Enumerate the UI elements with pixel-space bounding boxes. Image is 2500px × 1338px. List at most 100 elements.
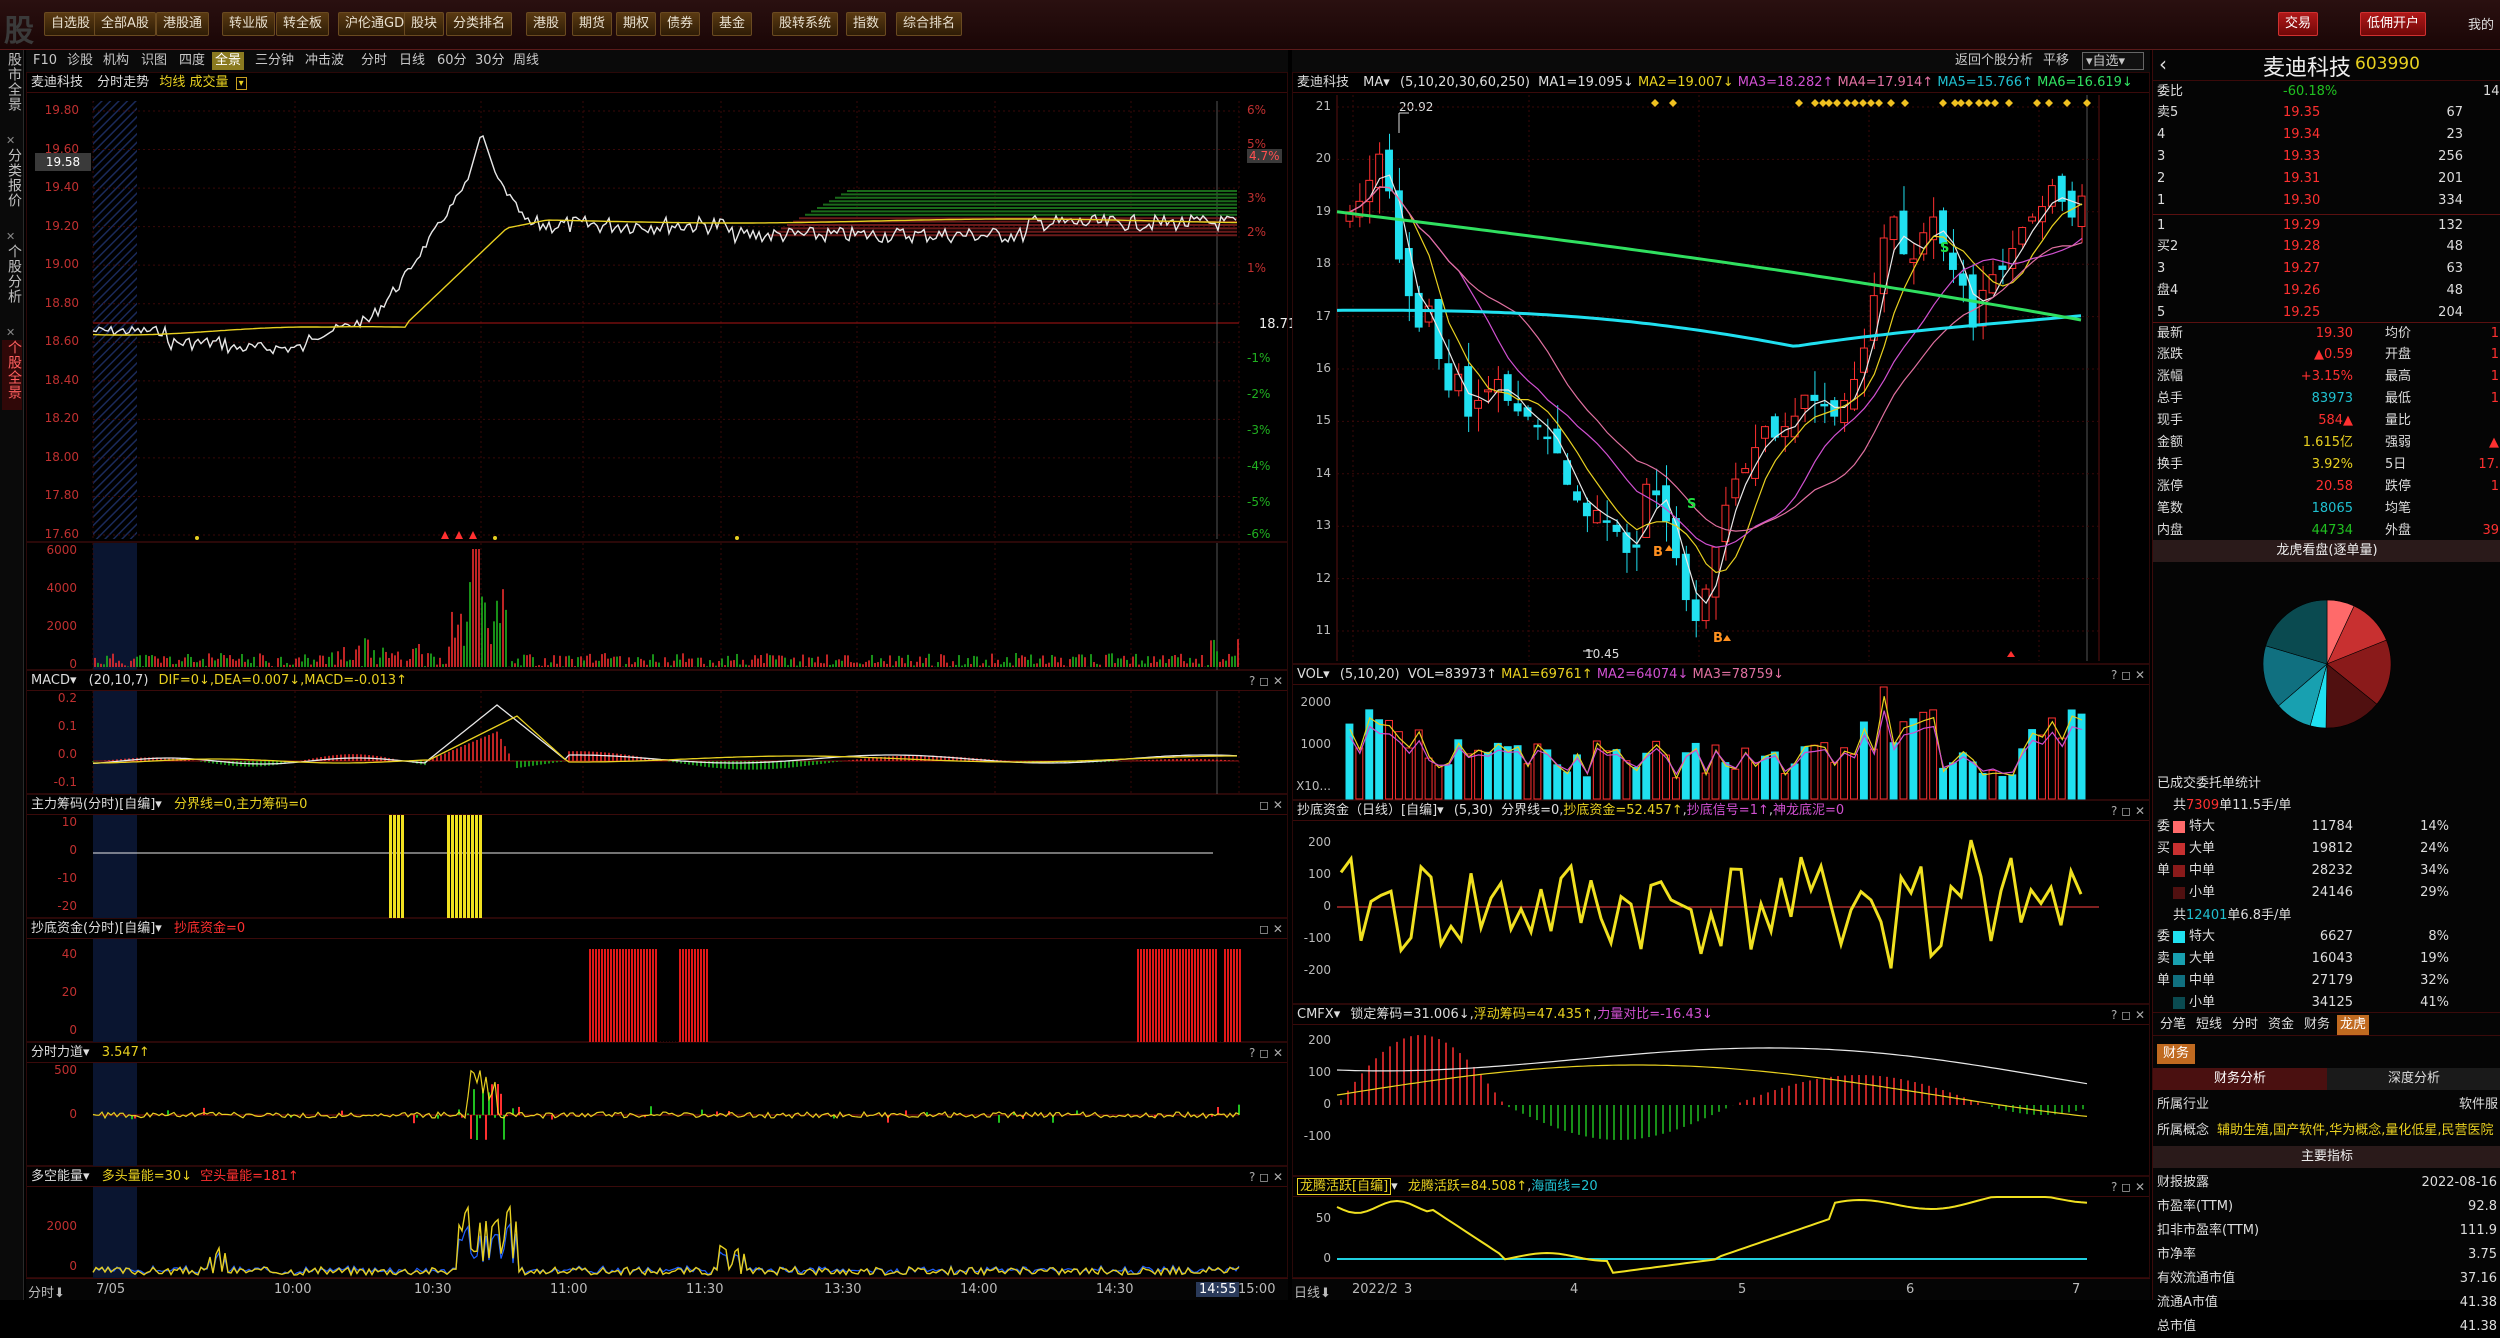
chart-tab[interactable]: 诊股 bbox=[64, 52, 96, 70]
chart-tab[interactable]: 60分 bbox=[434, 52, 470, 70]
stat-value: 1 bbox=[2490, 369, 2499, 384]
chart-tab[interactable]: 识图 bbox=[138, 52, 170, 70]
top-nav-button[interactable]: 期权 bbox=[616, 12, 657, 36]
color-swatch bbox=[2173, 865, 2185, 877]
bottom-fund-daily-chart[interactable] bbox=[1293, 801, 2151, 1005]
side-label: 单 bbox=[2157, 863, 2171, 878]
cmfx-chart[interactable] bbox=[1293, 1005, 2151, 1177]
stat-value: 83973 bbox=[2311, 391, 2353, 406]
intraday-force-pane: 分时力道▾ 3.547↑ ? ◻ ✕ 500 0 bbox=[26, 1042, 1289, 1167]
ask-row[interactable]: 1 19.30 334 bbox=[2153, 190, 2500, 212]
sidebar-item-market-overview[interactable]: 股市全景 bbox=[2, 52, 22, 122]
top-nav-button[interactable]: 自选股 bbox=[44, 12, 98, 36]
daily-volume-pane: VOL▾ (5,10,20) VOL=83973↑ MA1=69761↑ MA2… bbox=[1292, 664, 2150, 800]
top-nav-button[interactable]: 港股通 bbox=[156, 12, 210, 36]
stat-value: 18065 bbox=[2311, 501, 2353, 516]
finance-label: 市盈率(TTM) bbox=[2157, 1199, 2234, 1214]
chart-tab[interactable]: 冲击波 bbox=[302, 52, 347, 70]
close-icon[interactable]: ✕ bbox=[6, 230, 15, 243]
top-nav-button[interactable]: 港股 bbox=[526, 12, 567, 36]
time-tick: 11:00 bbox=[550, 1282, 588, 1297]
date-axis-label[interactable]: 日线⬇ bbox=[1294, 1282, 1331, 1301]
ask-row[interactable]: 3 19.33 256 bbox=[2153, 146, 2500, 168]
open-account-button[interactable]: 低佣开户 bbox=[2360, 12, 2427, 36]
top-nav-button[interactable]: 综合排名 bbox=[896, 12, 963, 36]
top-nav-button[interactable]: 股块 bbox=[404, 12, 445, 36]
bid-row[interactable]: 盘4 19.26 48 bbox=[2153, 280, 2500, 302]
deal-row: 小单 24146 29% bbox=[2153, 882, 2500, 904]
bid-row[interactable]: 5 19.25 204 bbox=[2153, 302, 2500, 324]
close-icon[interactable]: ✕ bbox=[6, 326, 15, 339]
stat-value: 1 bbox=[2490, 391, 2499, 406]
deal-percent: 29% bbox=[2420, 885, 2449, 900]
intraday-volume-chart[interactable] bbox=[27, 543, 1289, 671]
top-nav-button[interactable]: 指数 bbox=[846, 12, 887, 36]
top-nav-button[interactable]: 分类排名 bbox=[446, 12, 513, 36]
stat-label: 均价 bbox=[2385, 326, 2412, 341]
stat-row: 涨跌 ▲0.59 开盘 1 bbox=[2153, 344, 2500, 366]
daily-volume-chart[interactable] bbox=[1293, 665, 2151, 801]
top-nav-button[interactable]: 转业版 bbox=[222, 12, 276, 36]
ask-volume: 67 bbox=[2446, 105, 2463, 120]
chart-tab[interactable]: 日线 bbox=[396, 52, 428, 70]
bottom-fund-chart[interactable] bbox=[27, 919, 1289, 1043]
intraday-price-chart[interactable] bbox=[27, 73, 1289, 543]
bid-row[interactable]: 买2 19.28 48 bbox=[2153, 236, 2500, 258]
intraday-price-pane: 麦迪科技 分时走势 均线 成交量 ▾ 19.80 19.60 19.40 19.20 1… bbox=[26, 72, 1296, 543]
dragon-chart[interactable] bbox=[1293, 1177, 2151, 1279]
bid-price: 19.28 bbox=[2283, 239, 2321, 254]
quote-tab[interactable]: 分笔 bbox=[2157, 1015, 2189, 1035]
watchlist-dropdown[interactable]: ▾自选▾ bbox=[2082, 52, 2144, 70]
force-chart[interactable] bbox=[27, 1043, 1289, 1167]
chart-tab[interactable]: F10 bbox=[30, 52, 60, 70]
ask-row[interactable]: 卖5 19.35 67 bbox=[2153, 102, 2500, 124]
close-icon[interactable]: ✕ bbox=[6, 134, 15, 147]
top-nav-button[interactable]: 转全板 bbox=[276, 12, 330, 36]
chart-tab[interactable]: 周线 bbox=[510, 52, 542, 70]
ask-row[interactable]: 4 19.34 23 bbox=[2153, 124, 2500, 146]
top-nav-button[interactable]: 全部A股 bbox=[94, 12, 156, 36]
pan-tab[interactable]: 平移 bbox=[2040, 52, 2072, 70]
chart-tab[interactable]: 30分 bbox=[472, 52, 508, 70]
quote-tab[interactable]: 短线 bbox=[2193, 1015, 2225, 1035]
color-swatch bbox=[2173, 887, 2185, 899]
back-to-analysis-tab[interactable]: 返回个股分析 bbox=[1952, 52, 2036, 70]
top-nav-button[interactable]: 股转系统 bbox=[772, 12, 839, 36]
back-icon[interactable]: ‹ bbox=[2159, 52, 2167, 76]
ask-row[interactable]: 2 19.31 201 bbox=[2153, 168, 2500, 190]
time-axis-label[interactable]: 分时⬇ bbox=[28, 1282, 65, 1301]
deal-percent: 19% bbox=[2420, 951, 2449, 966]
energy-chart[interactable] bbox=[27, 1167, 1289, 1279]
deal-row: 委 特大 6627 8% bbox=[2153, 926, 2500, 948]
chart-tab[interactable]: 分时 bbox=[358, 52, 390, 70]
sidebar-item-stock-panorama[interactable]: 个股全景 bbox=[2, 340, 22, 410]
bid-row[interactable]: 1 19.29 132 bbox=[2153, 214, 2500, 236]
dragon-active-pane: 龙腾活跃[自编] ▾ 龙腾活跃=84.508↑,海面线=20 ? ◻ ✕ 50 0 bbox=[1292, 1176, 2150, 1278]
main-chips-chart[interactable] bbox=[27, 795, 1289, 919]
bid-row[interactable]: 3 19.27 63 bbox=[2153, 258, 2500, 280]
deep-analysis-tab[interactable]: 深度分析 bbox=[2327, 1068, 2500, 1090]
chart-tab[interactable]: 全景 bbox=[212, 52, 245, 70]
my-label[interactable]: 我的 bbox=[2468, 14, 2494, 33]
deal-volume: 34125 bbox=[2311, 995, 2353, 1010]
sidebar-item-stock-analysis[interactable]: 个股分析 bbox=[2, 244, 22, 314]
top-nav-button[interactable]: 债券 bbox=[660, 12, 701, 36]
trade-button[interactable]: 交易 bbox=[2278, 12, 2319, 36]
left-sidebar: 股市全景 ✕ 分类报价 ✕ 个股分析 ✕ 个股全景 bbox=[0, 50, 24, 1300]
chart-tab[interactable]: 三分钟 bbox=[252, 52, 297, 70]
daily-candlestick-chart[interactable] bbox=[1293, 73, 2151, 665]
macd-chart[interactable] bbox=[27, 671, 1289, 795]
chart-tab[interactable]: 机构 bbox=[100, 52, 132, 70]
quote-tab[interactable]: 龙虎 bbox=[2337, 1015, 2370, 1035]
sidebar-item-category-quote[interactable]: 分类报价 bbox=[2, 148, 22, 218]
date-tick: 4 bbox=[1570, 1282, 1579, 1297]
quote-tab[interactable]: 分时 bbox=[2229, 1015, 2261, 1035]
top-nav-button[interactable]: 基金 bbox=[712, 12, 753, 36]
quote-tab[interactable]: 财务 bbox=[2301, 1015, 2333, 1035]
quote-tab[interactable]: 资金 bbox=[2265, 1015, 2297, 1035]
top-nav-button[interactable]: 期货 bbox=[572, 12, 613, 36]
finance-analysis-tab[interactable]: 财务分析 bbox=[2153, 1068, 2327, 1090]
finance-section-tab[interactable]: 财务 bbox=[2157, 1044, 2196, 1064]
chart-tab[interactable]: 四度 bbox=[176, 52, 208, 70]
date-tick: 7 bbox=[2072, 1282, 2081, 1297]
